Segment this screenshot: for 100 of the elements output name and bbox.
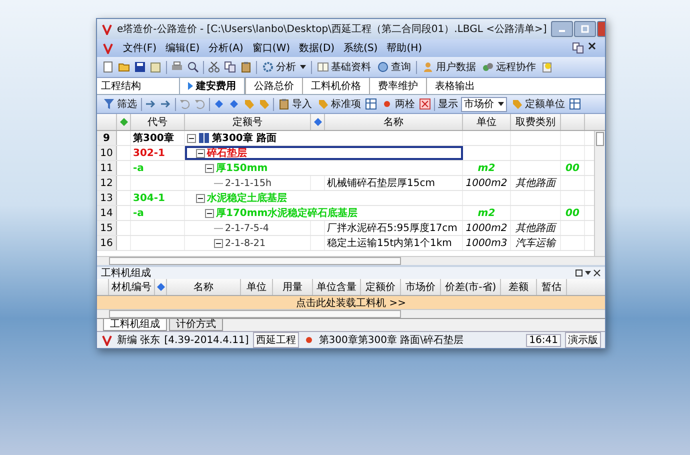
logo-icon: [101, 23, 113, 35]
toolbar-button[interactable]: 导入: [277, 97, 313, 111]
table-cell: 00: [561, 161, 585, 175]
status-path: 第300章第300章 路面\碎石垫层: [318, 334, 464, 347]
page-icon[interactable]: [150, 61, 162, 73]
logo-icon: [102, 42, 114, 54]
menu-item[interactable]: 帮助(H): [386, 41, 422, 55]
tab[interactable]: 费率维护: [369, 78, 426, 94]
quota-cell[interactable]: 2-1-1-15h: [185, 176, 311, 190]
menu-item[interactable]: 数据(D): [299, 41, 335, 55]
status-version: [4.39-2014.4.11]: [164, 334, 249, 346]
tab[interactable]: 工料机价格: [302, 78, 369, 94]
menu-item[interactable]: 分析(A): [208, 41, 244, 55]
column-header: 单位含量: [313, 279, 361, 295]
quota-cell[interactable]: 2-1-7-5-4: [185, 221, 311, 235]
unit-cell: m2: [463, 206, 511, 220]
toolbar-button[interactable]: 定额单位: [510, 97, 566, 111]
column-header: 价差(市-省): [441, 279, 501, 295]
collapse-toggle[interactable]: [205, 164, 214, 172]
grid-icon[interactable]: [365, 98, 377, 110]
panel-controls-icon[interactable]: [575, 269, 601, 277]
undo-icon[interactable]: [179, 98, 191, 110]
folder-icon[interactable]: [118, 61, 130, 73]
grid-icon[interactable]: [569, 98, 581, 110]
code-cell: 304-1: [131, 191, 185, 205]
undo-icon[interactable]: [194, 98, 206, 110]
column-header: 差额: [501, 279, 537, 295]
person-icon: [422, 61, 434, 73]
minimize-button[interactable]: [550, 21, 573, 37]
unit-cell: m2: [463, 161, 511, 175]
toolbar-button[interactable]: 用户数据: [421, 60, 477, 74]
diamond-icon[interactable]: [228, 98, 240, 110]
code-cell: 第300章: [131, 131, 185, 145]
menu-item[interactable]: 系统(S): [344, 41, 378, 55]
diamond-icon: [154, 281, 166, 293]
toolbar-button[interactable]: 两栓: [380, 97, 416, 111]
unit-cell: 1000m2: [463, 176, 511, 190]
arrow-icon[interactable]: [145, 98, 157, 110]
collapse-toggle[interactable]: [205, 208, 214, 218]
column-header: 暂估: [537, 279, 567, 295]
chapter-cell[interactable]: 第300章 路面: [185, 131, 463, 145]
collapse-toggle[interactable]: [187, 134, 196, 142]
panel-title: 工料机组成: [101, 266, 151, 280]
column-header: 代号: [131, 114, 185, 130]
display-label: 显示: [438, 98, 458, 111]
display-dropdown[interactable]: 市场价: [461, 96, 507, 112]
dot-icon: [381, 98, 393, 110]
book-icon: [317, 61, 329, 73]
clipboard-icon[interactable]: [240, 61, 252, 73]
tab[interactable]: 公路总价: [245, 78, 302, 94]
table-cell: 00: [561, 206, 585, 220]
quota-cell[interactable]: 碎石垫层: [185, 146, 463, 160]
copy-icon[interactable]: [224, 61, 236, 73]
printer-icon[interactable]: [171, 61, 183, 73]
toolbar-button[interactable]: 查询: [376, 60, 412, 74]
scrollbar[interactable]: [97, 256, 605, 265]
diamond-icon[interactable]: [213, 98, 225, 110]
status-user: 新编 张东: [117, 334, 160, 347]
magnifier-icon[interactable]: [187, 61, 199, 73]
toolbar-button[interactable]: 分析: [261, 60, 307, 74]
toolbar-button[interactable]: 基础资料: [316, 60, 372, 74]
status-project: 西延工程: [252, 332, 299, 348]
scissors-icon[interactable]: [208, 61, 220, 73]
toolbar-button[interactable]: 标准项: [316, 97, 362, 111]
menu-item[interactable]: 编辑(E): [166, 41, 200, 55]
scrollbar[interactable]: [594, 131, 605, 256]
column-header: 名称: [167, 279, 241, 295]
tab[interactable]: 工料机组成: [103, 319, 167, 331]
name-cell: 机械铺碎石垫层厚15cm: [325, 176, 463, 190]
collapse-toggle[interactable]: [214, 238, 223, 248]
load-materials-row[interactable]: 点击此处装载工料机 >>: [97, 296, 605, 309]
tab[interactable]: 建安费用: [179, 77, 245, 94]
logo-icon: [101, 334, 113, 346]
maximize-icon: [580, 25, 590, 33]
collapse-toggle[interactable]: [196, 194, 205, 202]
tag-icon: [317, 98, 329, 110]
book-icon: [198, 132, 210, 144]
row-number: 16: [97, 236, 117, 250]
toolbar-button[interactable]: 远程协作: [481, 60, 537, 74]
copy-icon: [572, 42, 584, 54]
collapse-toggle[interactable]: [196, 148, 205, 158]
floppy-icon[interactable]: [134, 61, 146, 73]
code-cell: -a: [131, 161, 185, 175]
tab[interactable]: 表格输出: [426, 78, 483, 94]
tab[interactable]: 计价方式: [169, 319, 223, 331]
arrow-icon[interactable]: [160, 98, 172, 110]
cross-icon[interactable]: [419, 98, 431, 110]
gear-icon: [262, 61, 274, 73]
quota-cell[interactable]: 2-1-8-21: [185, 236, 311, 250]
menu-item[interactable]: 窗口(W): [252, 41, 290, 55]
column-header: 单位: [463, 114, 511, 130]
scrollbar[interactable]: [97, 309, 605, 318]
maximize-button[interactable]: [574, 21, 596, 37]
document-icon[interactable]: [102, 61, 114, 73]
column-header: 名称: [325, 114, 463, 130]
menu-item[interactable]: 文件(F): [123, 41, 157, 55]
name-cell: 厂拌水泥碎石5:95厚度17cm: [325, 221, 463, 235]
funnel-icon: [103, 98, 115, 110]
code-cell: -a: [131, 206, 185, 220]
toolbar-button[interactable]: 筛选: [102, 97, 138, 111]
